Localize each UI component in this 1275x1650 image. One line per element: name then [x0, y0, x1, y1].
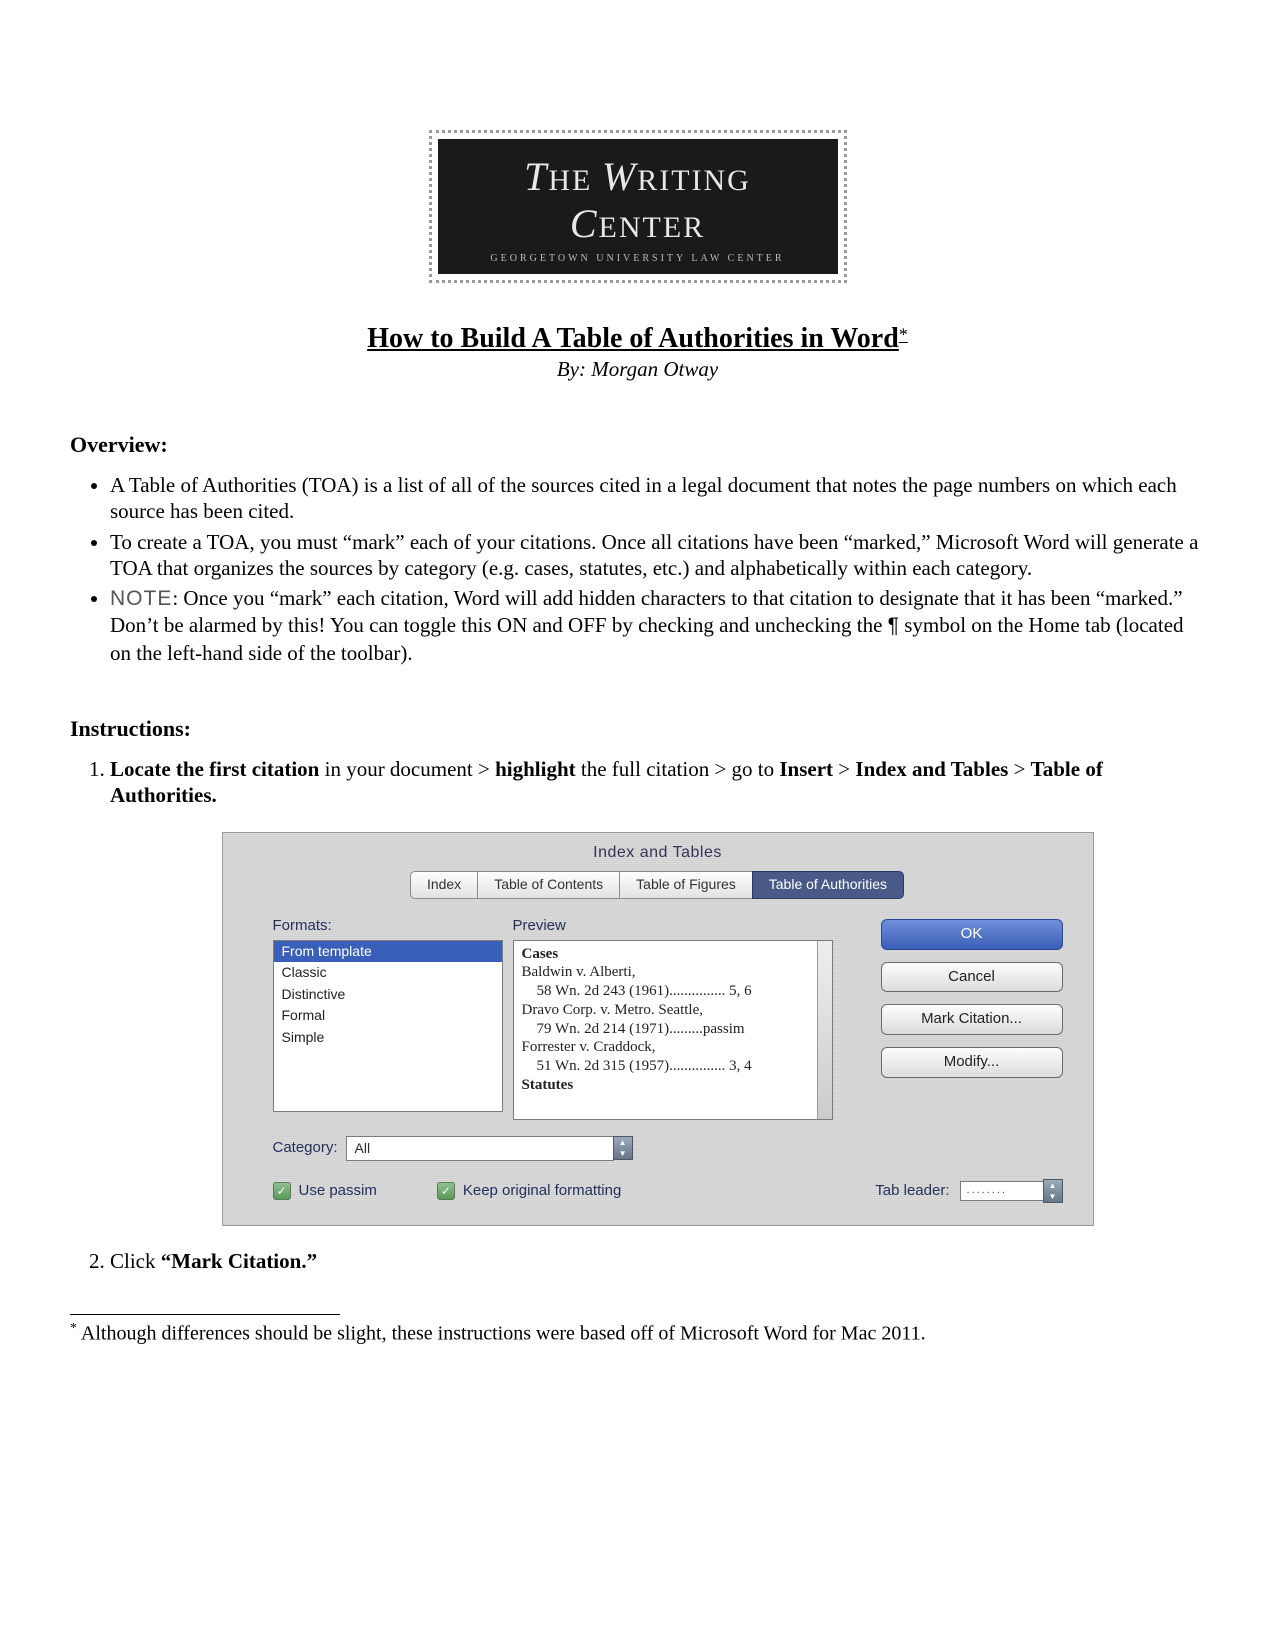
note-label: NOTE — [110, 587, 172, 610]
tab-leader-stepper[interactable]: ▲▼ — [1043, 1179, 1063, 1203]
dialog-tabs: IndexTable of ContentsTable of FiguresTa… — [223, 871, 1093, 909]
check-icon: ✓ — [273, 1182, 291, 1200]
format-option[interactable]: Simple — [274, 1027, 502, 1049]
footnote-ref: * — [899, 325, 908, 345]
check-icon: ✓ — [437, 1182, 455, 1200]
category-stepper[interactable]: ▲▼ — [613, 1136, 633, 1160]
instruction-step: Click “Mark Citation.” — [110, 1248, 1205, 1274]
footnote-rule — [70, 1314, 340, 1315]
pilcrow-icon: ¶ — [888, 614, 899, 637]
byline: By: Morgan Otway — [70, 357, 1205, 382]
instructions-list: Locate the first citation in your docume… — [110, 756, 1205, 1275]
logo-subtitle: GEORGETOWN UNIVERSITY LAW CENTER — [468, 253, 808, 264]
tab-toa[interactable]: Table of Authorities — [752, 871, 904, 899]
ok-button[interactable]: OK — [881, 919, 1063, 950]
format-option[interactable]: Classic — [274, 962, 502, 984]
footnote: * Although differences should be slight,… — [70, 1321, 1205, 1346]
tab-toc[interactable]: Table of Contents — [477, 871, 620, 899]
format-option[interactable]: From template — [274, 941, 502, 963]
formats-label: Formats: — [273, 917, 503, 936]
scrollbar[interactable] — [817, 941, 832, 1119]
overview-heading: Overview: — [70, 432, 1205, 458]
preview-pane: Cases Baldwin v. Alberti, 58 Wn. 2d 243 … — [513, 940, 833, 1120]
tab-leader-select[interactable]: ........ — [960, 1181, 1044, 1201]
logo-letter: W — [602, 154, 637, 199]
logo-letter: T — [524, 154, 548, 199]
formats-listbox[interactable]: From template Classic Distinctive Formal… — [273, 940, 503, 1112]
page-title: How to Build A Table of Authorities in W… — [367, 323, 899, 354]
tab-tof[interactable]: Table of Figures — [619, 871, 753, 899]
dialog-title: Index and Tables — [223, 833, 1093, 871]
tab-leader-label: Tab leader: — [875, 1182, 949, 1201]
overview-list: A Table of Authorities (TOA) is a list o… — [110, 472, 1205, 666]
format-option[interactable]: Formal — [274, 1005, 502, 1027]
mark-citation-button[interactable]: Mark Citation... — [881, 1004, 1063, 1035]
modify-button[interactable]: Modify... — [881, 1047, 1063, 1078]
overview-item: A Table of Authorities (TOA) is a list o… — [110, 472, 1205, 525]
index-and-tables-dialog: Index and Tables IndexTable of ContentsT… — [222, 832, 1094, 1226]
use-passim-checkbox[interactable]: ✓ Use passim — [273, 1182, 377, 1201]
logo-letter: C — [570, 201, 599, 246]
logo-banner: THE WRITING CENTER GEORGETOWN UNIVERSITY… — [70, 130, 1205, 283]
tab-index[interactable]: Index — [410, 871, 478, 899]
overview-item: NOTE: Once you “mark” each citation, Wor… — [110, 585, 1205, 666]
cancel-button[interactable]: Cancel — [881, 962, 1063, 993]
keep-formatting-checkbox[interactable]: ✓ Keep original formatting — [437, 1182, 621, 1201]
category-label: Category: — [273, 1139, 338, 1158]
preview-label: Preview — [513, 917, 833, 936]
format-option[interactable]: Distinctive — [274, 984, 502, 1006]
footnote-mark: * — [70, 1321, 77, 1336]
instructions-heading: Instructions: — [70, 716, 1205, 742]
overview-item: To create a TOA, you must “mark” each of… — [110, 529, 1205, 582]
category-select[interactable]: All — [346, 1136, 614, 1162]
instruction-step: Locate the first citation in your docume… — [110, 756, 1205, 1226]
